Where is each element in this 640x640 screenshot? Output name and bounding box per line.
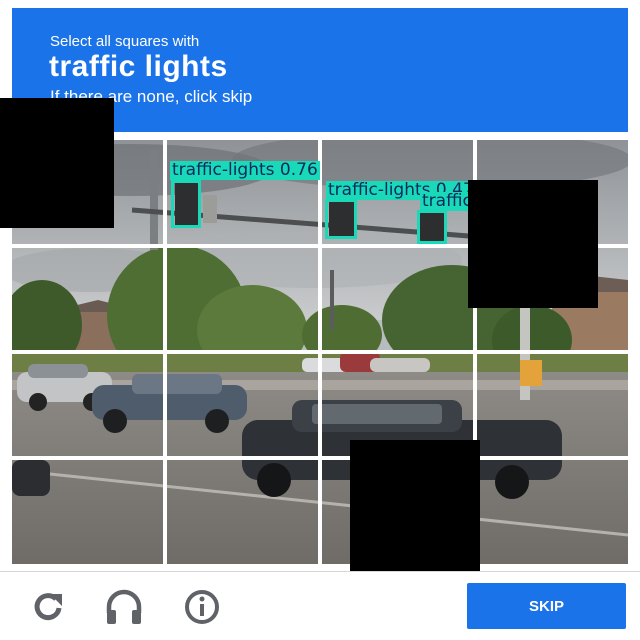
grid-tile-r2-c1[interactable] — [12, 248, 163, 350]
skip-button[interactable]: SKIP — [467, 583, 626, 629]
grid-tile-r3-c2[interactable] — [167, 354, 318, 456]
grid-tile-r2-c2[interactable] — [167, 248, 318, 350]
target-object-label: traffic lights — [49, 50, 228, 83]
grid-tile-r4-c4[interactable] — [477, 460, 628, 564]
detection-box — [417, 210, 447, 244]
info-icon[interactable] — [180, 585, 224, 629]
redaction-block — [468, 180, 598, 308]
grid-divider — [12, 350, 628, 354]
captcha-challenge: Select all squares with traffic lights I… — [0, 0, 640, 640]
grid-tile-r4-c2[interactable] — [167, 460, 318, 564]
footer-divider — [0, 571, 640, 572]
detection-box — [171, 180, 201, 228]
detection-box — [325, 199, 357, 239]
redaction-block — [350, 440, 480, 571]
headphones-icon[interactable] — [102, 585, 146, 629]
reload-icon[interactable] — [26, 585, 70, 629]
redaction-block — [0, 98, 114, 228]
grid-tile-r2-c3[interactable] — [322, 248, 473, 350]
grid-tile-r4-c1[interactable] — [12, 460, 163, 564]
detection-label: traffic-lights 0.76 — [170, 160, 320, 180]
instructions-intro: Select all squares with — [50, 33, 200, 50]
grid-tile-r3-c1[interactable] — [12, 354, 163, 456]
grid-divider — [12, 456, 628, 460]
grid-tile-r3-c4[interactable] — [477, 354, 628, 456]
